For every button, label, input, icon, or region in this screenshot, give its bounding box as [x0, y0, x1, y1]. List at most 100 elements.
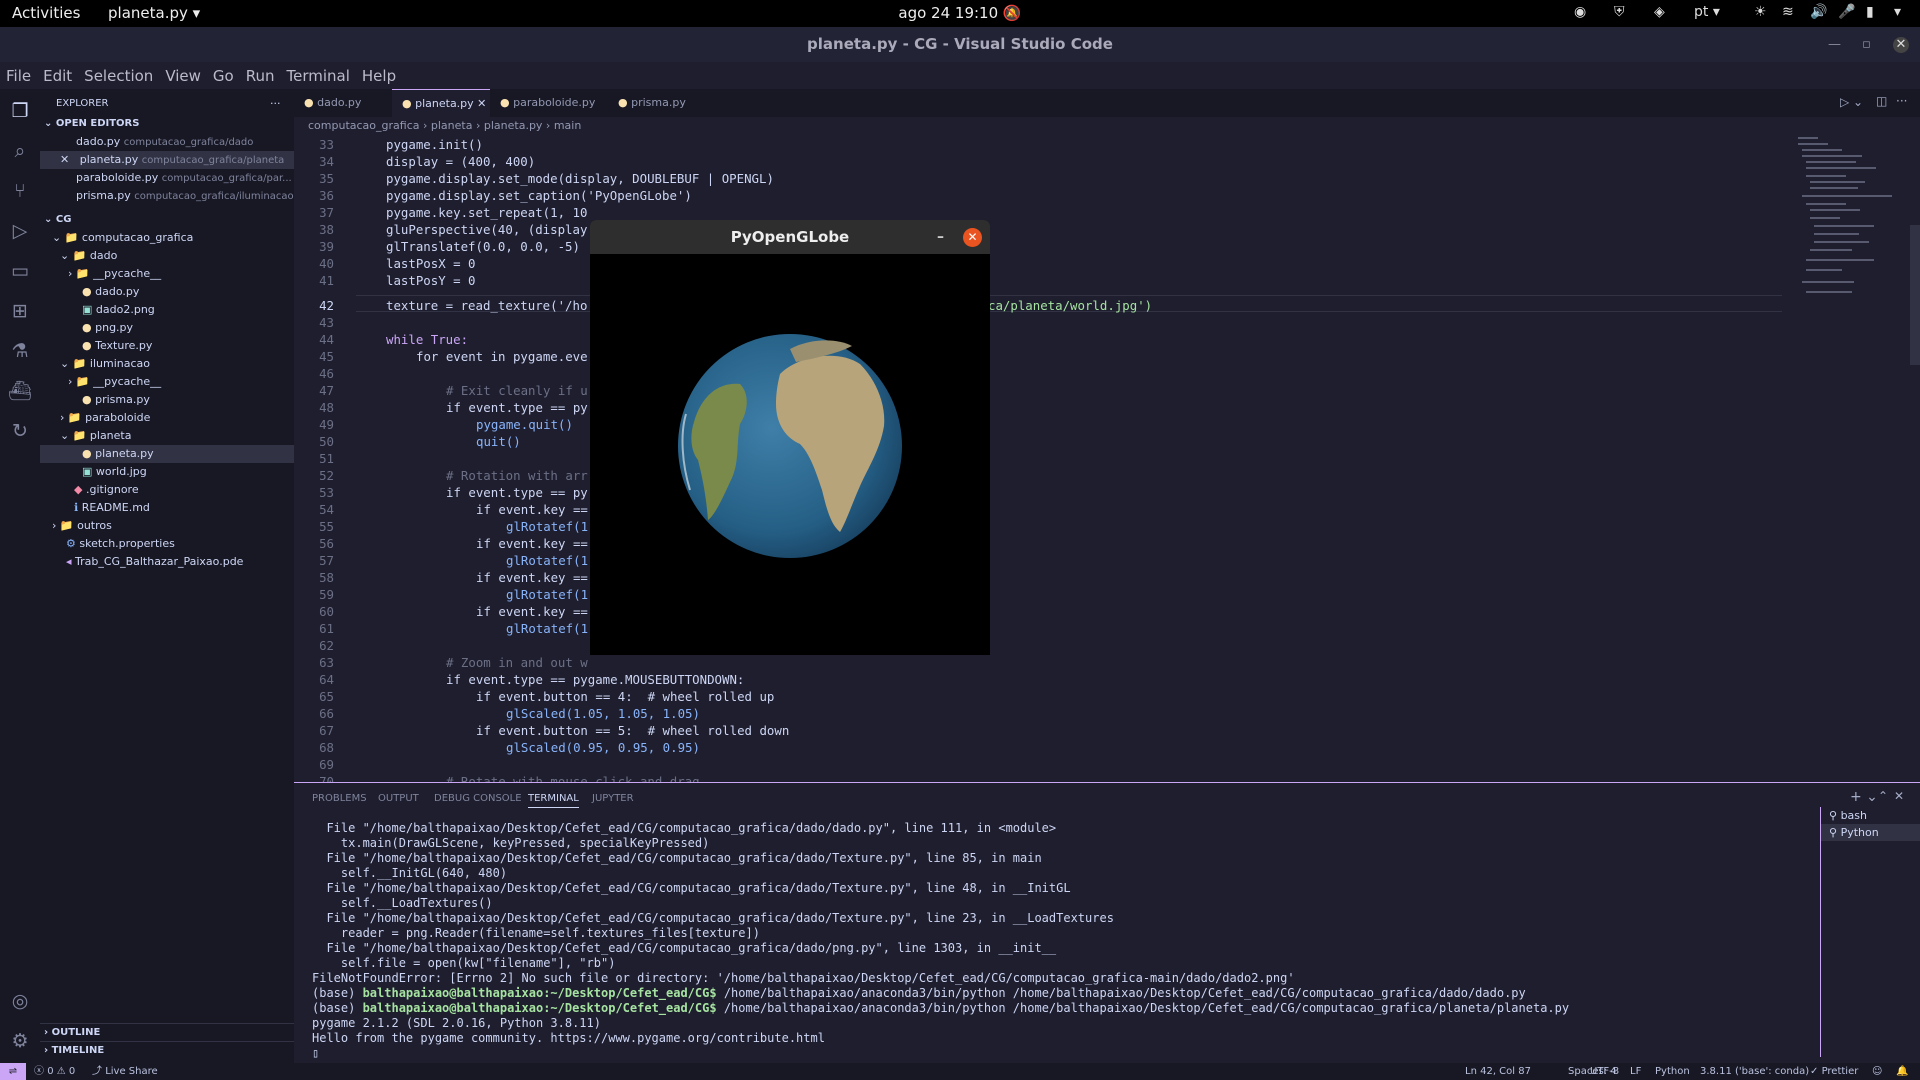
menu-view[interactable]: View	[159, 62, 207, 85]
tree-file[interactable]: ▣ dado2.png	[40, 301, 294, 319]
minimize-icon[interactable]: –	[937, 220, 944, 254]
tree-folder[interactable]: › 📁 paraboloide	[40, 409, 294, 427]
tab-debug-console[interactable]: DEBUG CONSOLE	[434, 793, 522, 804]
close-icon[interactable]: ✕	[477, 97, 486, 110]
workspace-header[interactable]: ⌄ CG	[40, 211, 294, 229]
menu-edit[interactable]: Edit	[37, 62, 78, 85]
minimize-icon[interactable]: —	[1828, 37, 1841, 52]
explorer-icon[interactable]: ❐	[8, 99, 32, 123]
notifications-icon[interactable]: 🔔	[1896, 1063, 1908, 1080]
tree-file[interactable]: ● prisma.py	[40, 391, 294, 409]
tab-paraboloide[interactable]: ● paraboloide.py	[490, 89, 608, 117]
open-editor-item[interactable]: dado.py computacao_grafica/dado	[40, 133, 294, 151]
tab-planeta[interactable]: ● planeta.py ✕	[392, 89, 490, 117]
docker-icon[interactable]: ⛴	[8, 379, 32, 403]
live-share-icon[interactable]: ↻	[8, 419, 32, 443]
menu-help[interactable]: Help	[356, 62, 402, 85]
tree-file[interactable]: ◂ Trab_CG_Balthazar_Paixao.pde	[40, 553, 294, 571]
open-editor-item[interactable]: prisma.py computacao_grafica/iluminacao	[40, 187, 294, 205]
new-terminal-icon[interactable]: + ⌄	[1850, 789, 1878, 805]
terminal-item-bash[interactable]: ⚲ bash	[1821, 807, 1920, 824]
discord-icon[interactable]: ◉	[1574, 4, 1586, 20]
tree-folder[interactable]: › 📁 __pycache__	[40, 265, 294, 283]
battery-icon[interactable]: ▮	[1866, 4, 1874, 20]
python-interpreter[interactable]: 3.8.11 ('base': conda)	[1700, 1063, 1809, 1080]
clock[interactable]: ago 24 19:10 🔕	[0, 4, 1920, 22]
terminal-item-python[interactable]: ⚲ Python	[1821, 824, 1920, 841]
source-control-icon[interactable]: ⑂	[8, 179, 32, 203]
tree-folder[interactable]: › 📁 __pycache__	[40, 373, 294, 391]
testing-icon[interactable]: ⚗	[8, 339, 32, 363]
breadcrumb-item[interactable]: planeta	[431, 119, 473, 132]
menu-file[interactable]: File	[0, 62, 37, 85]
vpn-icon[interactable]: ◈	[1654, 4, 1665, 20]
feedback-icon[interactable]: ☺	[1872, 1063, 1882, 1080]
pygame-window[interactable]: PyOpenGLobe – ✕	[590, 220, 990, 655]
search-icon[interactable]: ⌕	[8, 139, 32, 163]
run-debug-icon[interactable]: ▷	[8, 219, 32, 243]
timeline-header[interactable]: › TIMELINE	[40, 1041, 294, 1059]
encoding[interactable]: UTF-8	[1590, 1063, 1619, 1080]
close-icon[interactable]: ✕	[1893, 37, 1909, 53]
live-share-button[interactable]: ⤴ Live Share	[92, 1063, 158, 1080]
menu-run[interactable]: Run	[240, 62, 281, 85]
breadcrumb-item[interactable]: computacao_grafica	[308, 119, 419, 132]
open-editor-item[interactable]: ✕ planeta.py computacao_grafica/planeta	[40, 151, 294, 169]
tree-file[interactable]: ▣ world.jpg	[40, 463, 294, 481]
shield-icon[interactable]: ⛨	[1614, 4, 1625, 20]
open-editors-header[interactable]: ⌄ OPEN EDITORS	[40, 115, 294, 133]
tab-terminal[interactable]: TERMINAL	[528, 793, 579, 808]
tree-file[interactable]: ⚙ sketch.properties	[40, 535, 294, 553]
terminal-output[interactable]: File "/home/balthapaixao/Desktop/Cefet_e…	[312, 821, 1569, 1061]
brightness-icon[interactable]: ☀	[1754, 4, 1767, 20]
split-editor-icon[interactable]: ◫	[1876, 94, 1887, 108]
tree-file[interactable]: ● png.py	[40, 319, 294, 337]
tab-output[interactable]: OUTPUT	[378, 793, 419, 804]
outline-header[interactable]: › OUTLINE	[40, 1023, 294, 1041]
prettier-status[interactable]: ✓ Prettier	[1810, 1063, 1858, 1080]
minimap[interactable]	[1784, 135, 1920, 782]
pygame-titlebar[interactable]: PyOpenGLobe – ✕	[590, 220, 990, 254]
tree-folder[interactable]: ⌄ 📁 computacao_grafica	[40, 229, 294, 247]
cursor-position[interactable]: Ln 42, Col 87	[1465, 1063, 1531, 1080]
tab-prisma[interactable]: ● prisma.py	[608, 89, 708, 117]
menu-go[interactable]: Go	[207, 62, 240, 85]
tree-folder[interactable]: › 📁 outros	[40, 517, 294, 535]
tree-file[interactable]: ℹ README.md	[40, 499, 294, 517]
remote-explorer-icon[interactable]: ▭	[8, 259, 32, 283]
language-indicator[interactable]: pt ▾	[1694, 4, 1720, 20]
close-icon[interactable]: ✕	[963, 228, 982, 247]
accounts-icon[interactable]: ◎	[8, 989, 32, 1013]
wifi-icon[interactable]: ≋	[1782, 4, 1794, 20]
tree-file-selected[interactable]: ● planeta.py	[40, 445, 294, 463]
tab-jupyter[interactable]: JUPYTER	[592, 793, 634, 804]
settings-gear-icon[interactable]: ⚙	[8, 1029, 32, 1053]
extensions-icon[interactable]: ⊞	[8, 299, 32, 323]
tree-folder[interactable]: ⌄ 📁 planeta	[40, 427, 294, 445]
tree-folder[interactable]: ⌄ 📁 iluminacao	[40, 355, 294, 373]
menu-selection[interactable]: Selection	[78, 62, 159, 85]
tree-file[interactable]: ● dado.py	[40, 283, 294, 301]
tab-problems[interactable]: PROBLEMS	[312, 793, 367, 804]
more-actions-icon[interactable]: ···	[1896, 94, 1907, 108]
breadcrumb-item[interactable]: planeta.py	[484, 119, 543, 132]
tab-dado[interactable]: ● dado.py	[294, 89, 392, 117]
close-icon[interactable]: ✕	[60, 153, 69, 166]
more-actions-icon[interactable]: ···	[270, 95, 290, 113]
close-icon[interactable]: ✕	[1894, 789, 1904, 803]
volume-icon[interactable]: 🔊	[1810, 4, 1827, 20]
tree-folder[interactable]: ⌄ 📁 dado	[40, 247, 294, 265]
open-editor-item[interactable]: paraboloide.py computacao_grafica/par...	[40, 169, 294, 187]
power-menu-icon[interactable]: ▾	[1894, 4, 1901, 20]
remote-indicator-icon[interactable]: ⇌	[0, 1063, 26, 1080]
run-file-icon[interactable]: ▷ ⌄	[1840, 95, 1863, 109]
tree-file[interactable]: ◆ .gitignore	[40, 481, 294, 499]
breadcrumb-item[interactable]: main	[554, 119, 581, 132]
problems-indicator[interactable]: ⓧ 0 ⚠ 0	[34, 1063, 75, 1080]
language-mode[interactable]: Python	[1655, 1063, 1690, 1080]
menu-terminal[interactable]: Terminal	[281, 62, 356, 85]
line-ending[interactable]: LF	[1630, 1063, 1641, 1080]
microphone-icon[interactable]: 🎤	[1838, 4, 1855, 20]
chevron-up-icon[interactable]: ⌃	[1878, 789, 1888, 803]
code-editor[interactable]: 33 34 35 36 37 38 39 40 41 42 43 44 45 46 47 48 49 50 51 52…	[294, 135, 1784, 782]
